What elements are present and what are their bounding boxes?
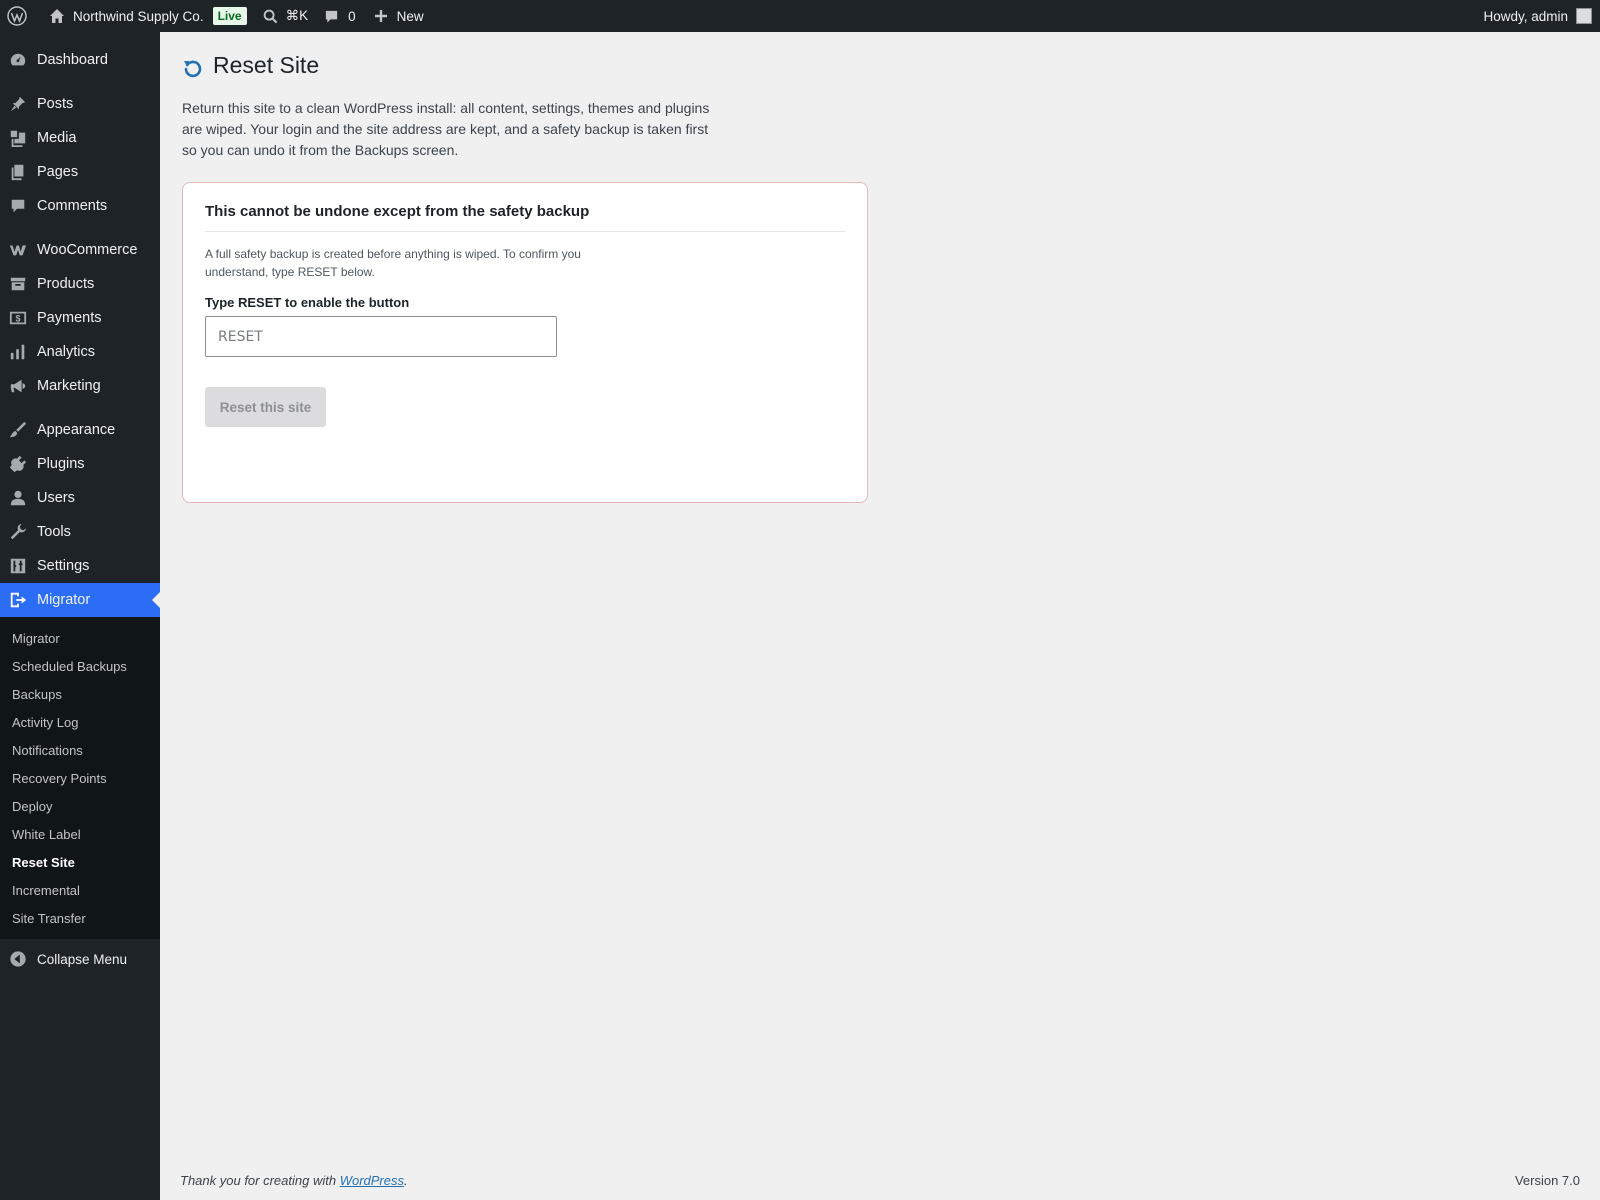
card-note: A full safety backup is created before a… [205, 247, 581, 279]
footer-thanks: Thank you for creating with WordPress. [180, 1173, 408, 1188]
wordpress-link[interactable]: WordPress [340, 1173, 404, 1188]
dashboard-icon [9, 51, 27, 69]
card-divider [205, 231, 845, 232]
sidebar-item-dashboard[interactable]: Dashboard [0, 43, 160, 77]
user-icon [9, 489, 27, 507]
footer-version: Version 7.0 [1514, 1173, 1580, 1188]
woocommerce-icon [9, 241, 27, 259]
confirm-field-label: Type RESET to enable the button [205, 295, 410, 310]
submenu-item-activity-log[interactable]: Activity Log [0, 708, 160, 736]
comment-icon [325, 10, 338, 23]
card-title: This cannot be undone except from the sa… [205, 203, 590, 220]
sidebar-item-payments[interactable]: $ Payments [0, 301, 160, 335]
sidebar-item-migrator[interactable]: Migrator [0, 583, 160, 617]
sidebar-item-comments[interactable]: Comments [0, 189, 160, 223]
bar-chart-icon [9, 343, 27, 361]
reset-site-button[interactable]: Reset this site [205, 387, 326, 427]
new-content-link[interactable]: New [364, 0, 432, 32]
reset-confirm-card: This cannot be undone except from the sa… [182, 182, 868, 503]
sidebar-item-media[interactable]: Media [0, 121, 160, 155]
account-menu[interactable]: Howdy, admin [1483, 0, 1600, 32]
submenu-item-migrator[interactable]: Migrator [0, 624, 160, 652]
sidebar-item-posts[interactable]: Posts [0, 87, 160, 121]
sidebar-item-tools[interactable]: Tools [0, 515, 160, 549]
submenu-item-white-label[interactable]: White Label [0, 820, 160, 848]
search-shortcut-label: ⌘K [285, 8, 309, 23]
sidebar-item-settings[interactable]: Settings [0, 549, 160, 583]
submenu-item-notifications[interactable]: Notifications [0, 736, 160, 764]
submenu-item-backups[interactable]: Backups [0, 680, 160, 708]
plus-icon [374, 10, 387, 22]
sidebar-item-plugins[interactable]: Plugins [0, 447, 160, 481]
svg-text:$: $ [15, 314, 20, 324]
comments-count: 0 [348, 8, 356, 24]
submenu-item-recovery-points[interactable]: Recovery Points [0, 764, 160, 792]
main-content: Reset Site Return this site to a clean W… [160, 32, 1600, 1200]
comment-icon [9, 197, 27, 215]
sidebar-item-users[interactable]: Users [0, 481, 160, 515]
sliders-icon [9, 557, 27, 575]
sidebar-item-products[interactable]: Products [0, 267, 160, 301]
comments-link[interactable]: 0 [316, 0, 364, 32]
submenu-item-scheduled-backups[interactable]: Scheduled Backups [0, 652, 160, 680]
greeting: Howdy, admin [1483, 8, 1568, 24]
live-badge: Live [212, 7, 247, 25]
sidebar-item-appearance[interactable]: Appearance [0, 413, 160, 447]
collapse-icon [9, 950, 27, 968]
migrate-icon [9, 591, 27, 609]
wrench-icon [9, 523, 27, 541]
page-title: Reset Site [213, 52, 320, 78]
sidebar-item-woocommerce[interactable]: WooCommerce [0, 233, 160, 267]
sidebar-item-analytics[interactable]: Analytics [0, 335, 160, 369]
site-name-link[interactable]: Northwind Supply Co. Live [35, 0, 255, 32]
page-header: Reset Site [182, 52, 319, 79]
avatar [1576, 8, 1592, 24]
search-shortcut[interactable]: ⌘K [255, 0, 317, 32]
search-icon [263, 9, 277, 23]
migrator-submenu: Migrator Scheduled Backups Backups Activ… [0, 617, 160, 939]
reset-icon [184, 60, 202, 77]
page-description: Return this site to a clean WordPress in… [182, 100, 710, 158]
submenu-item-incremental[interactable]: Incremental [0, 876, 160, 904]
sidebar-item-marketing[interactable]: Marketing [0, 369, 160, 403]
brush-icon [9, 421, 27, 439]
new-label: New [396, 8, 424, 24]
megaphone-icon [9, 377, 27, 395]
submenu-item-deploy[interactable]: Deploy [0, 792, 160, 820]
submenu-item-site-transfer[interactable]: Site Transfer [0, 904, 160, 932]
confirm-reset-input[interactable] [205, 316, 557, 357]
pin-icon [9, 95, 27, 113]
submenu-item-reset-site[interactable]: Reset Site [0, 848, 160, 876]
plug-icon [9, 455, 27, 473]
sidebar-item-pages[interactable]: Pages [0, 155, 160, 189]
admin-bar: Northwind Supply Co. Live ⌘K 0 New Howdy… [0, 0, 1600, 32]
home-icon [50, 9, 64, 23]
site-name: Northwind Supply Co. [73, 8, 204, 24]
admin-sidebar: Dashboard Posts Media Pages Comments Woo… [0, 32, 160, 1200]
archive-icon [9, 275, 27, 293]
collapse-menu-button[interactable]: Collapse Menu [0, 942, 160, 976]
pages-icon [9, 163, 27, 181]
dollar-icon: $ [9, 309, 27, 327]
wordpress-logo-icon[interactable] [0, 0, 35, 32]
media-icon [9, 129, 27, 147]
